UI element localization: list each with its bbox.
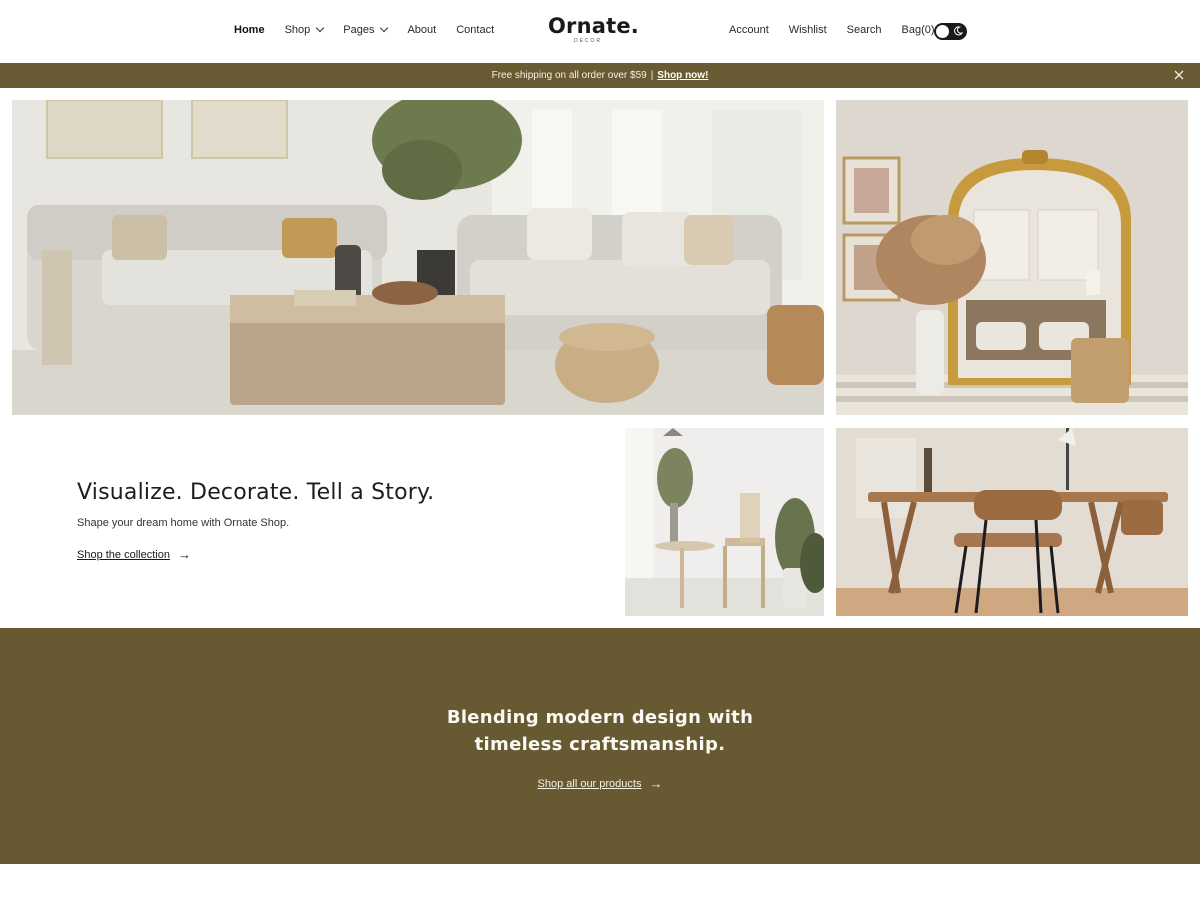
nav-item-account[interactable]: Account: [729, 24, 769, 36]
announcement-separator: |: [650, 70, 654, 81]
nav-item-shop[interactable]: Shop: [284, 23, 325, 36]
shop-collection-link[interactable]: Shop the collection →: [77, 547, 434, 562]
primary-nav: Home Shop Pages About Contact: [234, 23, 514, 36]
hero-text-block: Visualize. Decorate. Tell a Story. Shape…: [77, 480, 434, 561]
living-room-image: [12, 100, 824, 415]
chevron-down-icon: [316, 23, 325, 33]
nav-item-wishlist[interactable]: Wishlist: [789, 24, 827, 36]
site-logo[interactable]: Ornate. DECOR: [548, 14, 639, 44]
hero-subtitle: Shape your dream home with Ornate Shop.: [77, 517, 290, 529]
side-chair-image: [625, 428, 824, 616]
nav-label: Contact: [456, 24, 495, 36]
nav-label: About: [407, 24, 437, 36]
close-icon[interactable]: [1173, 69, 1185, 81]
arrow-right-icon: →: [649, 776, 663, 791]
theme-toggle[interactable]: [934, 23, 967, 40]
brand-statement-line-2: timeless craftsmanship.: [474, 734, 726, 755]
desk-image: [836, 428, 1188, 616]
nav-item-home[interactable]: Home: [234, 24, 265, 36]
nav-label: Shop: [284, 24, 311, 36]
announcement-bar: Free shipping on all order over $59 | Sh…: [0, 63, 1200, 88]
brand-statement-line-1: Blending modern design with: [446, 707, 754, 728]
brand-statement: Blending modern design with timeless cra…: [0, 704, 1200, 758]
brand-statement-section: Blending modern design with timeless cra…: [0, 628, 1200, 864]
nav-item-bag[interactable]: Bag(0): [902, 24, 935, 36]
chevron-down-icon: [380, 23, 389, 33]
toggle-knob: [936, 25, 949, 38]
logo-tagline: DECOR: [573, 38, 603, 44]
announcement-text: Free shipping on all order over $59: [491, 70, 647, 81]
logo-wordmark: Ornate.: [548, 14, 639, 38]
nav-item-about[interactable]: About: [407, 24, 436, 36]
nav-label: Home: [234, 24, 265, 36]
hero-title: Visualize. Decorate. Tell a Story.: [77, 480, 435, 505]
shop-now-link[interactable]: Shop now!: [657, 70, 708, 81]
link-label: Shop the collection: [77, 549, 170, 561]
site-header: Home Shop Pages About Contact Ornate. DE…: [0, 0, 1200, 63]
link-label: Shop all our products: [537, 778, 642, 790]
utility-nav: Account Wishlist Search Bag(0): [729, 24, 935, 36]
nav-item-search[interactable]: Search: [847, 24, 882, 36]
nav-label: Pages: [343, 24, 375, 36]
mirror-image: [836, 100, 1188, 415]
moon-icon: [954, 26, 963, 36]
arrow-right-icon: →: [177, 547, 191, 562]
nav-item-contact[interactable]: Contact: [456, 24, 494, 36]
shop-all-products-link[interactable]: Shop all our products →: [537, 776, 663, 791]
nav-item-pages[interactable]: Pages: [343, 23, 389, 36]
